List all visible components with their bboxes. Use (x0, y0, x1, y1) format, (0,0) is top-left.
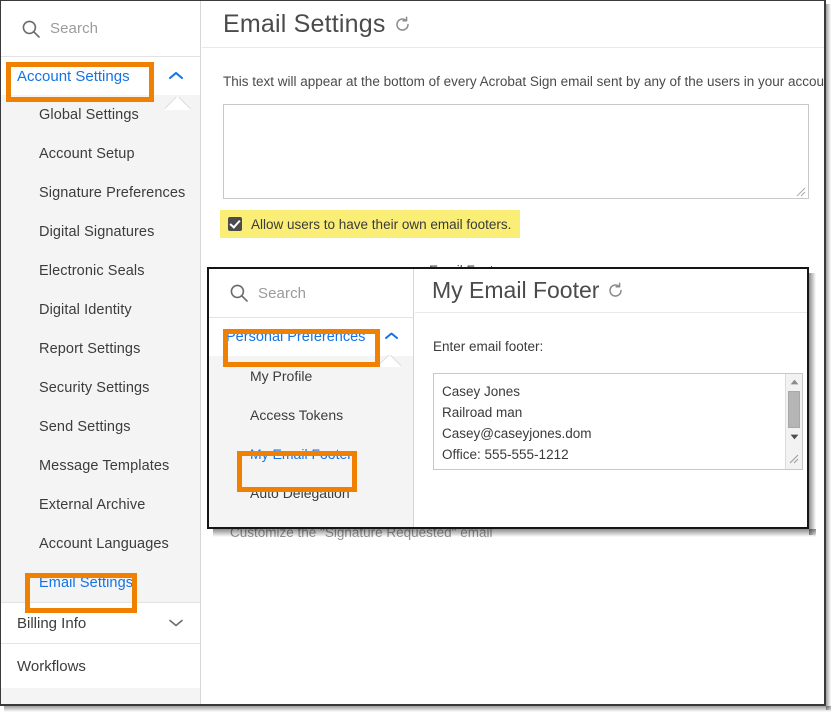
sidebar-group-billing-info[interactable]: Billing Info (1, 602, 200, 644)
scroll-up-arrow-icon[interactable] (786, 374, 802, 390)
inset-main-content: My Email Footer Enter email footer: Case… (415, 269, 807, 527)
my-email-footer-textarea[interactable]: Casey Jones Railroad man Casey@caseyjone… (433, 373, 803, 470)
inset-field-label: Enter email footer: (433, 339, 544, 354)
allow-own-footers-checkbox[interactable] (228, 217, 242, 231)
chevron-up-icon (168, 68, 184, 85)
sidebar-group-workflows[interactable]: Workflows (1, 644, 200, 688)
sidebar-item-label: Account Languages (39, 535, 169, 552)
account-email-footer-textarea[interactable] (223, 104, 809, 199)
refresh-icon[interactable] (607, 282, 624, 299)
sidebar-item-label: Signature Preferences (39, 184, 186, 201)
sidebar-item-label: Security Settings (39, 379, 150, 396)
sidebar-item-signature-preferences[interactable]: Signature Preferences (1, 173, 200, 212)
sidebar-item-label: Send Settings (39, 418, 131, 435)
sidebar-item-external-archive[interactable]: External Archive (1, 485, 200, 524)
chevron-down-icon (168, 615, 184, 632)
my-email-footer-value: Casey Jones Railroad man Casey@caseyjone… (442, 384, 592, 469)
sidebar-item-electronic-seals[interactable]: Electronic Seals (1, 251, 200, 290)
sidebar-item-account-setup[interactable]: Account Setup (1, 134, 200, 173)
sidebar-nav-list: Global Settings Account Setup Signature … (1, 95, 200, 602)
page-header: Email Settings (202, 1, 824, 48)
sidebar-item-security-settings[interactable]: Security Settings (1, 368, 200, 407)
inset-page-title: My Email Footer (432, 277, 600, 303)
inset-shadow-right (809, 273, 816, 535)
inset-item-auto-delegation[interactable]: Auto Delegation (209, 473, 413, 512)
sidebar-group-label: Workflows (17, 657, 86, 675)
sidebar-item-label: Message Templates (39, 457, 170, 474)
sidebar-group-label: Account Settings (17, 67, 130, 85)
sidebar-group-caret (165, 97, 191, 110)
search-icon (21, 19, 41, 39)
application-window: Search Account Settings Global Settings … (0, 0, 826, 706)
inset-page-header: My Email Footer (415, 269, 807, 313)
window-shadow-bottom (4, 706, 831, 712)
screenshot-root: Search Account Settings Global Settings … (0, 0, 831, 714)
sidebar-item-send-settings[interactable]: Send Settings (1, 407, 200, 446)
sidebar-item-label: Global Settings (39, 106, 139, 123)
search-input-placeholder: Search (50, 20, 99, 37)
sidebar-group-account-settings[interactable]: Account Settings (1, 57, 200, 95)
textarea-scrollbar[interactable] (785, 374, 802, 469)
sidebar-group-label: Billing Info (17, 614, 87, 632)
sidebar-item-account-languages[interactable]: Account Languages (1, 524, 200, 563)
inset-shadow-bottom (213, 529, 816, 537)
inset-item-label: My Profile (250, 367, 313, 384)
allow-own-footers-label: Allow users to have their own email foot… (251, 216, 512, 232)
allow-own-footers-row[interactable]: Allow users to have their own email foot… (220, 210, 521, 238)
inset-resize-handle-icon[interactable] (786, 450, 802, 467)
sidebar-item-label: Account Setup (39, 145, 135, 162)
chevron-up-icon (384, 329, 399, 345)
resize-handle-icon[interactable] (795, 186, 806, 197)
inset-search[interactable]: Search (209, 269, 413, 318)
inset-item-access-tokens[interactable]: Access Tokens (209, 395, 413, 434)
sidebar-item-label: Electronic Seals (39, 262, 145, 279)
inset-item-label: My Email Footer (250, 445, 352, 462)
sidebar: Search Account Settings Global Settings … (1, 1, 201, 704)
page-description: This text will appear at the bottom of e… (223, 74, 826, 89)
sidebar-item-digital-signatures[interactable]: Digital Signatures (1, 212, 200, 251)
sidebar-item-label: Report Settings (39, 340, 141, 357)
sidebar-item-report-settings[interactable]: Report Settings (1, 329, 200, 368)
search-icon (229, 283, 249, 303)
sidebar-item-digital-identity[interactable]: Digital Identity (1, 290, 200, 329)
inset-group-label: Personal Preferences (226, 329, 366, 345)
inset-panel: Search Personal Preferences My Profile A… (207, 267, 809, 529)
page-title: Email Settings (223, 9, 386, 38)
scroll-down-arrow-icon[interactable] (786, 429, 802, 445)
scrollbar-thumb[interactable] (788, 391, 800, 428)
sidebar-item-label: Email Settings (39, 574, 134, 591)
sidebar-search[interactable]: Search (1, 1, 200, 57)
inset-nav-list: My Profile Access Tokens My Email Footer… (209, 356, 413, 512)
window-shadow-right (826, 4, 831, 710)
refresh-icon[interactable] (394, 15, 411, 33)
inset-search-input-placeholder: Search (258, 284, 307, 302)
inset-sidebar: Search Personal Preferences My Profile A… (209, 269, 414, 527)
sidebar-item-label: Digital Signatures (39, 223, 155, 240)
inset-item-label: Access Tokens (250, 406, 344, 423)
sidebar-item-label: Digital Identity (39, 301, 132, 318)
inset-group-personal-preferences[interactable]: Personal Preferences (209, 318, 413, 356)
inset-item-label: Auto Delegation (250, 484, 350, 501)
inset-group-caret (379, 355, 403, 367)
sidebar-item-message-templates[interactable]: Message Templates (1, 446, 200, 485)
sidebar-item-label: External Archive (39, 496, 146, 513)
sidebar-item-email-settings[interactable]: Email Settings (1, 563, 200, 602)
inset-item-my-email-footer[interactable]: My Email Footer (209, 434, 413, 473)
